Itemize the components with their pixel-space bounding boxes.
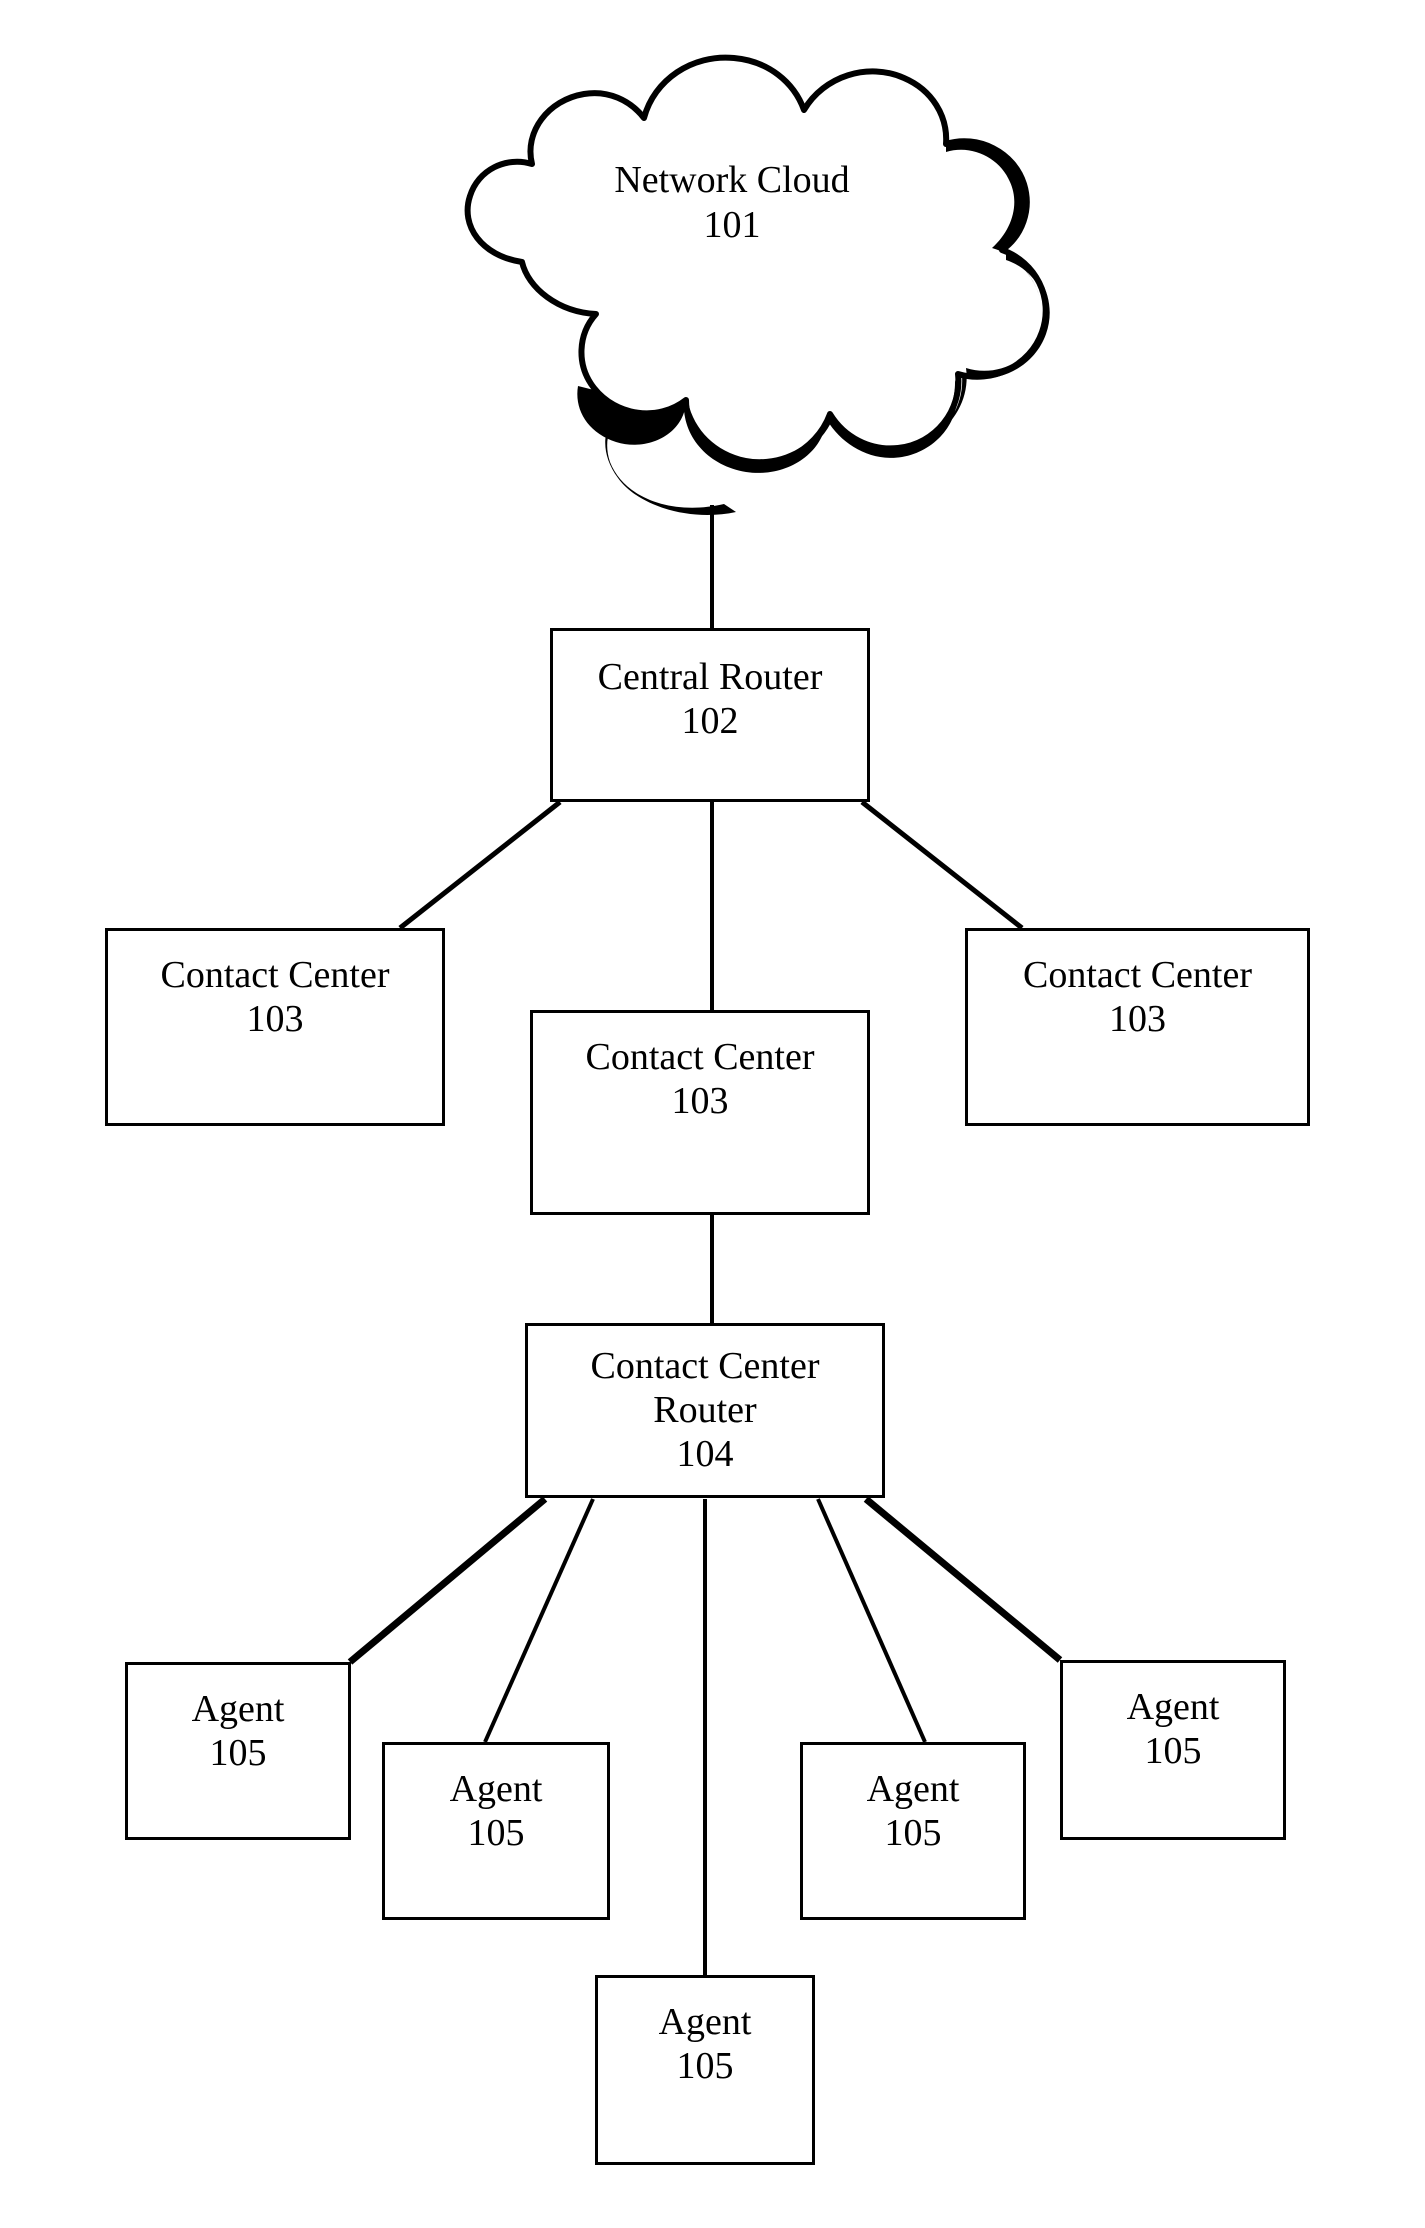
contact-center-router-ref: 104 [676,1433,734,1476]
contact-center-center-label: Contact Center [585,1036,815,1078]
network-cloud-node: Network Cloud 101 [372,30,1092,530]
edge-contact-center-router-to-agent-3 [816,1498,927,1743]
agent-4-ref: 105 [1144,1730,1202,1773]
agent-2-label: Agent [449,1768,543,1810]
contact-center-right-ref: 103 [1109,998,1166,1041]
contact-center-left-label: Contact Center [160,954,390,996]
agent-1-label: Agent [191,1688,285,1730]
agent-2-node: Agent 105 [382,1742,610,1920]
agent-3-node: Agent 105 [800,1742,1026,1920]
network-cloud-label: Network Cloud 101 [372,158,1092,248]
agent-1-node: Agent 105 [125,1662,351,1840]
edge-contact-center-router-to-agent-4 [863,1496,1063,1663]
contact-center-right-node: Contact Center 103 [965,928,1310,1126]
network-cloud-ref: 101 [703,203,761,246]
agent-3-label: Agent [866,1768,960,1810]
contact-center-right-label: Contact Center [1023,954,1252,996]
contact-center-left-ref: 103 [246,998,304,1041]
central-router-ref: 102 [681,700,739,743]
contact-center-center-node: Contact Center 103 [530,1010,870,1215]
contact-center-left-node: Contact Center 103 [105,928,445,1126]
contact-center-router-label-line1: Contact Center [590,1345,820,1387]
central-router-label: Central Router [597,656,823,698]
central-router-node: Central Router 102 [550,628,870,802]
network-cloud-title: Network Cloud [614,159,850,201]
cloud-icon [464,54,1050,515]
agent-1-ref: 105 [209,1732,267,1775]
edge-contact-center-router-to-agent-2 [483,1498,595,1743]
agent-5-node: Agent 105 [595,1975,815,2165]
contact-center-router-node: Contact Center Router 104 [525,1323,885,1498]
edge-central-router-to-contact-center-left [398,800,562,930]
contact-center-center-ref: 103 [671,1080,729,1123]
figure-canvas: Network Cloud 101 Central Router 102 Con… [0,0,1425,2228]
agent-4-node: Agent 105 [1060,1660,1286,1840]
agent-2-ref: 105 [467,1812,525,1855]
agent-5-ref: 105 [676,2045,734,2088]
contact-center-router-label-line2: Router [653,1389,757,1432]
agent-5-label: Agent [658,2001,752,2043]
edge-central-router-to-contact-center-right [860,800,1024,930]
agent-4-label: Agent [1126,1686,1220,1728]
agent-3-ref: 105 [884,1812,942,1855]
edge-contact-center-router-to-agent-1 [347,1496,548,1665]
